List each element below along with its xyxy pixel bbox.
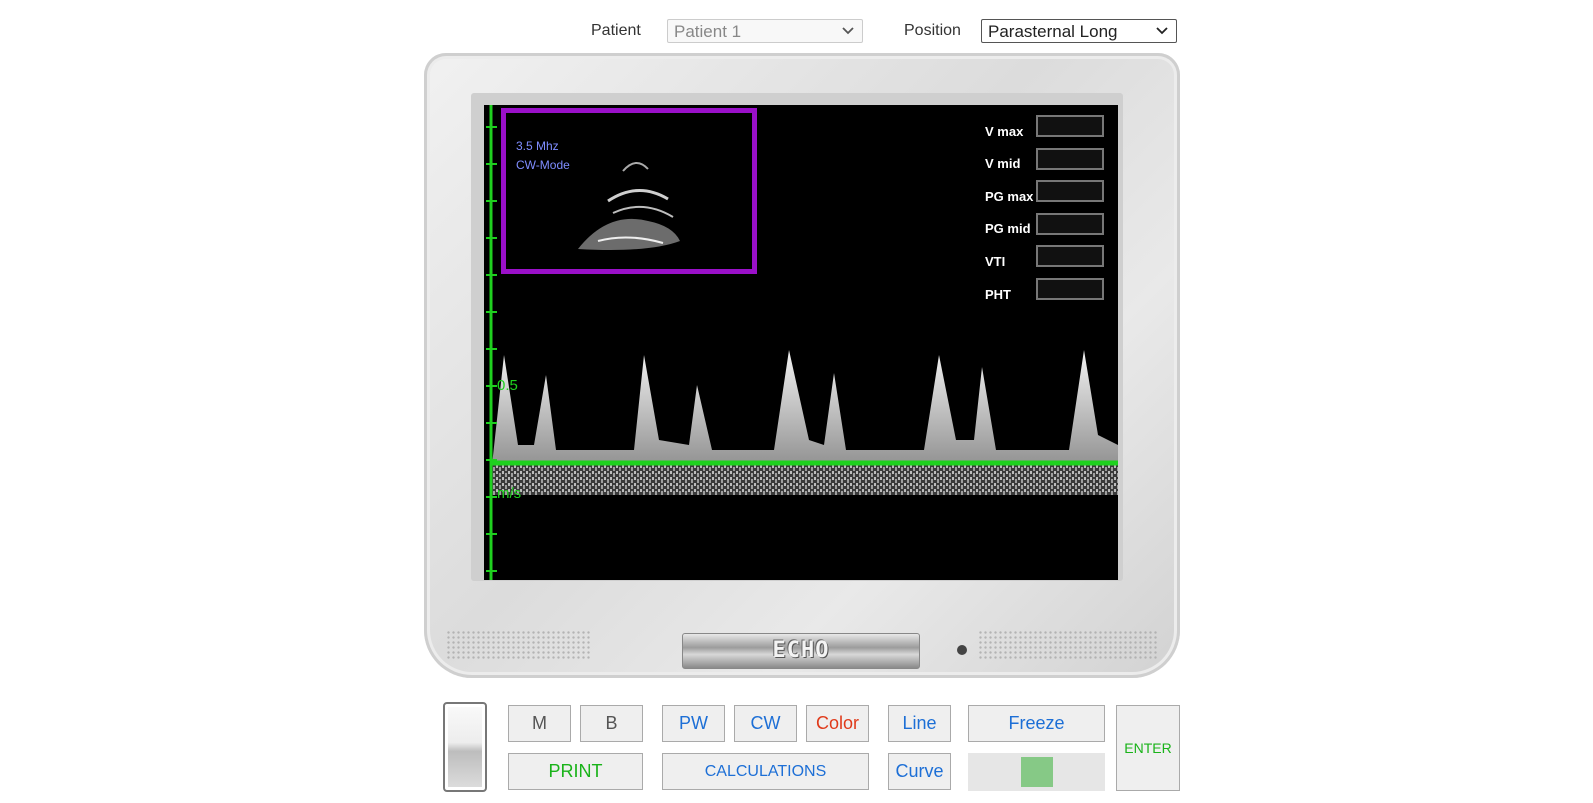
unit-label: m/s	[497, 485, 522, 502]
frequency-text: 3.5 Mhz	[516, 139, 559, 153]
m-mode-button[interactable]: M	[508, 705, 571, 742]
position-select-value: Parasternal Long	[988, 22, 1118, 41]
doppler-waveform	[492, 350, 1118, 465]
pgmid-field	[1036, 213, 1104, 235]
chevron-down-icon	[842, 27, 854, 35]
pht-field	[1036, 278, 1104, 300]
b-mode-button[interactable]: B	[580, 705, 643, 742]
gain-slider[interactable]	[968, 753, 1105, 791]
2d-preview-frame: 3.5 Mhz CW-Mode	[501, 108, 757, 274]
patient-select[interactable]: Patient 1	[667, 19, 863, 43]
pgmax-field	[1036, 180, 1104, 202]
power-switch[interactable]	[443, 702, 487, 792]
pgmax-label: PG max	[985, 189, 1034, 204]
vmax-label: V max	[985, 124, 1024, 139]
power-led	[957, 645, 967, 655]
chevron-down-icon	[1156, 27, 1168, 35]
baseline-noise-band	[492, 465, 1118, 495]
patient-select-value: Patient 1	[674, 22, 742, 41]
brand-plate: ECHO	[682, 633, 920, 669]
mode-text: CW-Mode	[516, 158, 570, 172]
enter-button[interactable]: ENTER	[1116, 705, 1180, 791]
pgmid-label: PG mid	[985, 221, 1031, 236]
ultrasound-screen: 3.5 Mhz CW-Mode V max V mid PG max PG mi…	[484, 105, 1118, 580]
vti-field	[1036, 245, 1104, 267]
print-button[interactable]: PRINT	[508, 753, 643, 790]
vti-label: VTI	[985, 254, 1006, 269]
patient-label: Patient	[591, 22, 641, 39]
position-select[interactable]: Parasternal Long	[981, 19, 1177, 43]
curve-button[interactable]: Curve	[888, 753, 951, 790]
color-button[interactable]: Color	[806, 705, 869, 742]
heart-echo-image	[578, 162, 680, 250]
gain-slider-thumb[interactable]	[1021, 757, 1053, 787]
right-speaker-grille	[978, 630, 1158, 660]
left-speaker-grille	[446, 630, 591, 660]
freeze-button[interactable]: Freeze	[968, 705, 1105, 742]
position-label: Position	[904, 22, 961, 39]
line-button[interactable]: Line	[888, 705, 951, 742]
vmax-field	[1036, 115, 1104, 137]
pw-button[interactable]: PW	[662, 705, 725, 742]
scale-value-label: 0.5	[497, 377, 518, 394]
pht-label: PHT	[985, 287, 1011, 302]
vmid-field	[1036, 148, 1104, 170]
cw-button[interactable]: CW	[734, 705, 797, 742]
calculations-button[interactable]: CALCULATIONS	[662, 753, 869, 790]
vmid-label: V mid	[985, 156, 1021, 171]
